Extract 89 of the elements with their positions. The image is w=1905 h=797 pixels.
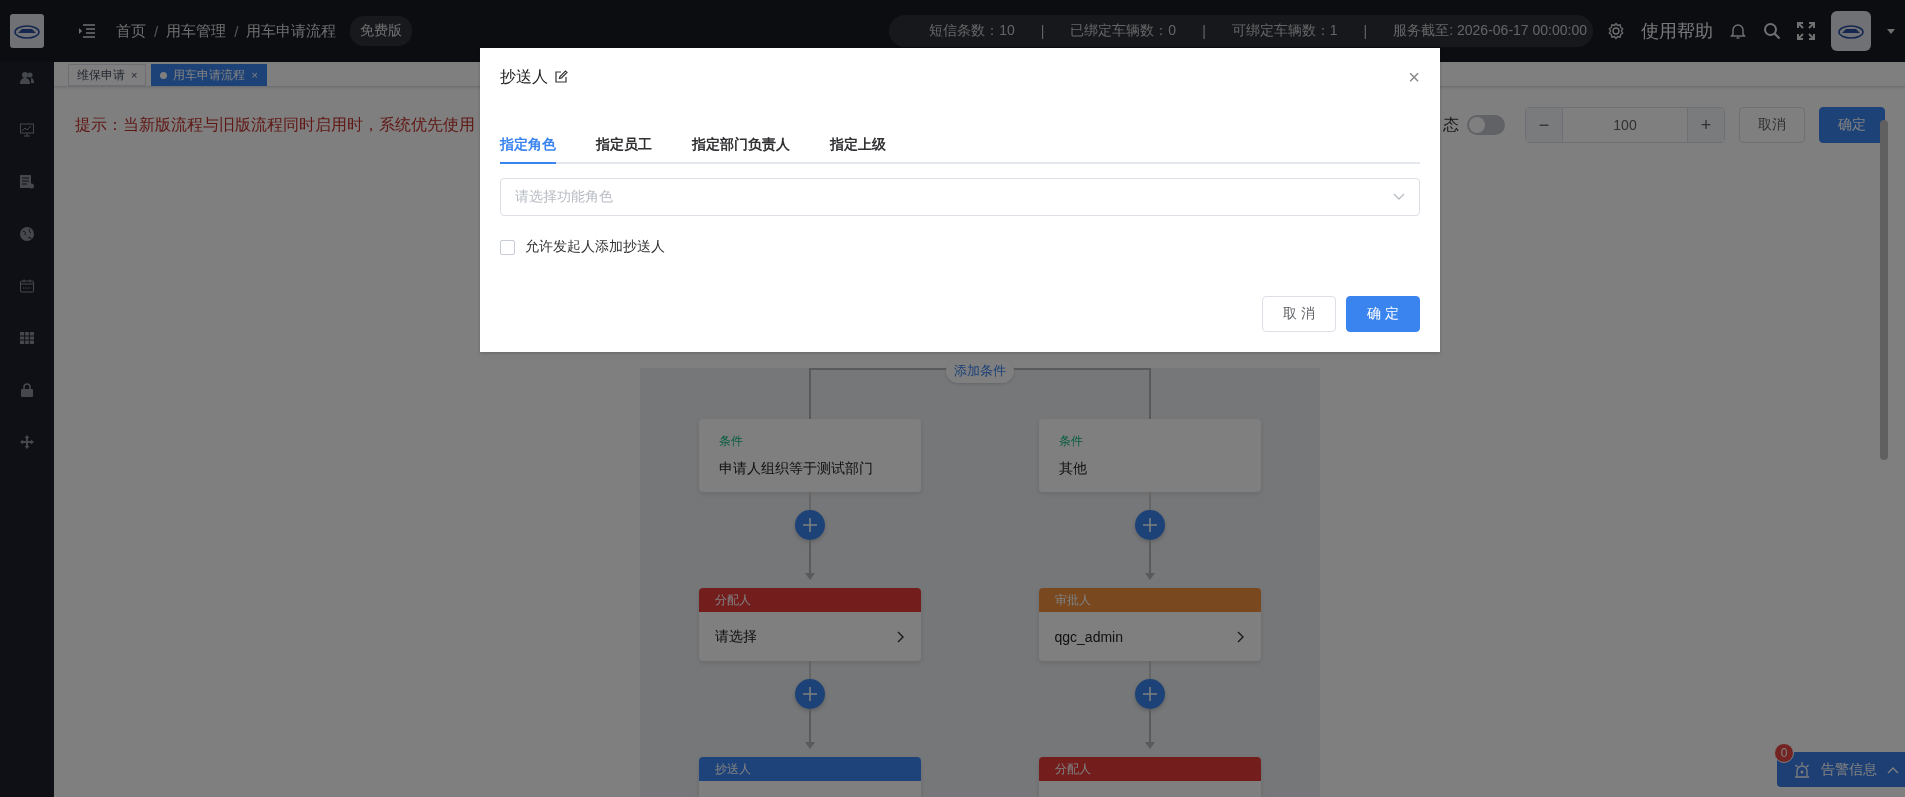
confirm-button[interactable]: 确定 (1819, 107, 1885, 143)
monitor-chart-icon[interactable] (19, 122, 35, 138)
add-condition-button[interactable]: 添加条件 (945, 359, 1014, 383)
add-node-button[interactable] (1134, 679, 1165, 709)
status-label: 态 (1443, 114, 1459, 135)
account-avatar[interactable] (1831, 11, 1871, 51)
dialog-title: 抄送人 (500, 66, 548, 87)
settings-icon (1607, 22, 1625, 40)
calendar-icon[interactable] (19, 278, 35, 294)
edit-icon (554, 70, 568, 84)
condition-label: 条件 (1058, 433, 1084, 450)
condition-text: 申请人组织等于测试部门 (718, 460, 874, 478)
stat-text: 服务截至: 2026-06-17 00:00:00 (1393, 22, 1587, 40)
chevron-down-icon (1393, 193, 1405, 201)
stat-text: 可绑定车辆数：1 (1231, 22, 1338, 40)
bell-icon (1729, 22, 1747, 40)
node-title: 分配人 (1038, 757, 1261, 781)
decrease-button[interactable]: − (1526, 108, 1562, 142)
menu-icon[interactable] (78, 24, 96, 38)
add-node-button[interactable] (1134, 510, 1165, 540)
assign-tab[interactable]: 指定部门负责人 (692, 136, 790, 164)
grid-icon[interactable] (19, 330, 35, 346)
alarm-label: 告警信息 (1821, 760, 1877, 779)
increase-button[interactable]: + (1688, 108, 1724, 142)
node-value: 请选择 (714, 627, 757, 646)
plus-icon (802, 518, 817, 532)
users-icon[interactable] (19, 70, 35, 86)
node-title: 抄送人 (698, 757, 921, 781)
siren-icon (1793, 760, 1811, 779)
stats-separator: | (1363, 23, 1368, 39)
arrow-connector (803, 540, 816, 582)
breadcrumb-link[interactable]: 用车申请流程 (246, 21, 337, 41)
node-title: 分配人 (698, 588, 921, 612)
breadcrumb-separator: / (234, 22, 239, 40)
alarm-count-badge: 0 (1774, 743, 1794, 763)
condition-card[interactable]: 条件 其他 (1038, 419, 1261, 492)
flow-node-card[interactable]: 抄送人 (698, 757, 921, 797)
plus-icon (802, 687, 817, 701)
app-logo[interactable] (10, 14, 44, 48)
page-tab[interactable]: 维保申请 × (68, 64, 147, 86)
confirm-button[interactable]: 确 定 (1346, 296, 1420, 332)
assign-tab[interactable]: 指定角色 (500, 136, 556, 164)
scrollbar[interactable] (1880, 120, 1888, 460)
cancel-button[interactable]: 取消 (1739, 107, 1805, 143)
plus-icon (1142, 687, 1157, 701)
checkbox-label: 允许发起人添加抄送人 (525, 238, 665, 256)
list-gear-icon[interactable] (19, 174, 35, 190)
stat-text: 已绑定车辆数：0 (1070, 22, 1177, 40)
status-switch[interactable] (1467, 115, 1505, 135)
breadcrumb-separator: / (154, 22, 159, 40)
assign-tab[interactable]: 指定员工 (596, 136, 652, 164)
hint-text: 提示：当新版流程与旧版流程同时启用时，系统优先使用 (75, 114, 475, 135)
flow-node-card[interactable]: 审批人 qgc_admin (1038, 588, 1261, 661)
condition-card[interactable]: 条件 申请人组织等于测试部门 (698, 419, 921, 492)
help-link[interactable]: 使用帮助 (1641, 19, 1713, 43)
plus-icon (1142, 518, 1157, 532)
condition-text: 其他 (1058, 460, 1088, 478)
zoom-stepper[interactable]: − 100 + (1525, 107, 1725, 143)
edition-badge: 免费版 (350, 16, 413, 46)
condition-label: 条件 (718, 433, 744, 450)
chevron-right-icon (896, 630, 905, 643)
move-icon[interactable] (19, 434, 35, 450)
stats-separator: | (1040, 23, 1045, 39)
stats-separator: | (1202, 23, 1206, 39)
flow-node-card[interactable]: 分配人 (1038, 757, 1261, 797)
lock-icon[interactable] (19, 382, 35, 398)
chevron-right-icon (1236, 630, 1245, 643)
stat-text: 短信条数：10 (929, 22, 1015, 40)
add-node-button[interactable] (794, 510, 825, 540)
node-value: qgc_admin (1054, 628, 1123, 645)
search-icon (1763, 22, 1781, 40)
node-title: 审批人 (1038, 588, 1261, 612)
arrow-connector (1143, 709, 1156, 751)
role-select[interactable]: 请选择功能角色 (500, 178, 1420, 216)
chevron-up-icon (1887, 765, 1899, 774)
close-button[interactable]: × (1408, 68, 1420, 86)
breadcrumb-link[interactable]: 首页 (116, 21, 146, 41)
add-node-button[interactable] (794, 679, 825, 709)
caret-icon (1887, 28, 1895, 34)
fullscreen-icon (1797, 22, 1815, 40)
page-tab[interactable]: 用车申请流程 × (151, 64, 267, 86)
arrow-connector (803, 709, 816, 751)
cancel-button[interactable]: 取 消 (1262, 296, 1337, 332)
globe-icon[interactable] (19, 226, 35, 242)
flow-node-card[interactable]: 分配人 请选择 (698, 588, 921, 661)
breadcrumb-link[interactable]: 用车管理 (166, 21, 227, 41)
checkbox[interactable] (500, 239, 515, 255)
assign-tab[interactable]: 指定上级 (830, 136, 886, 164)
arrow-connector (1143, 540, 1156, 582)
